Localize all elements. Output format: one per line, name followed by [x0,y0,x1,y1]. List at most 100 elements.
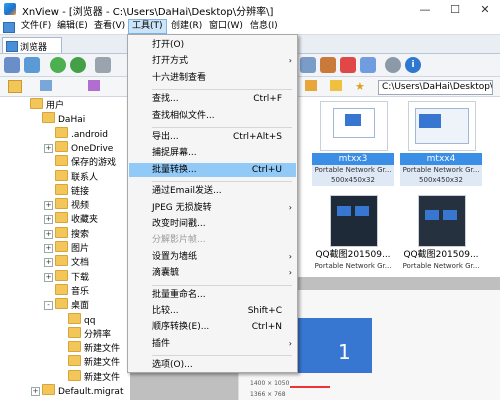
tools-menu-item[interactable]: 通过Email发送... [129,184,296,198]
tools-menu-item[interactable]: 批量重命名... [129,288,296,302]
back-icon[interactable] [50,57,66,73]
folder-icon [55,198,68,210]
tools-menu-item[interactable]: 顺序转换(E)... Ctrl+N [129,320,296,334]
tree-item[interactable]: - 桌面 [44,298,89,312]
tree-expander-icon[interactable]: + [44,201,53,211]
sort-icon[interactable] [305,80,317,91]
tools-menu-item[interactable]: 插件 › [129,337,296,351]
filter-funnel-icon[interactable] [330,80,342,91]
tree-item[interactable]: + 下载 [44,269,89,284]
tree-item-label: 新建文件 [84,344,121,355]
tree-item[interactable]: 新建文件 [68,355,120,369]
thumbnail-name: mtxx3 [312,153,394,165]
menu-app-icon[interactable] [3,22,15,33]
folder-icon [55,126,68,138]
tab-browser[interactable]: 浏览器 [2,37,62,53]
tools-menu-item[interactable]: JPEG 无损旋转 › [129,201,296,215]
star-icon[interactable]: ★ [355,80,365,93]
refresh-icon[interactable] [70,57,86,73]
tools-menu-item[interactable]: 滴囊毓 › [129,266,296,280]
tree-item[interactable]: 分辨率 [68,326,111,341]
tree-item-label: 文档 [71,258,90,269]
tree-item[interactable]: 联系人 [55,169,98,184]
menu-item-label: 批量重命名... [152,289,206,300]
close-button[interactable]: ✕ [470,0,500,19]
tools-menu-item[interactable]: 批量转换... Ctrl+U [129,162,296,177]
fullscreen-icon[interactable] [24,57,40,73]
menu-item-label: 打开方式 [152,56,189,67]
favorites-icon[interactable] [40,80,52,91]
tree-item[interactable]: 新建文件 [68,369,120,384]
tree-expander-icon[interactable]: + [44,244,53,253]
menu-window[interactable]: 窗口(W) [206,20,246,33]
tree-item[interactable]: + 收藏夹 [44,212,98,226]
menu-item-label: 批量转换... [152,164,197,175]
tools-menu-item[interactable]: 打开(O) [129,38,296,52]
tools-menu-item[interactable]: 比较... Shift+C [129,304,296,318]
tree-item[interactable]: + 文档 [44,255,90,269]
print-icon[interactable] [360,57,376,73]
menu-file[interactable]: 文件(F) [18,20,54,33]
preview-text-2: 1366 × 768 [250,391,286,398]
menu-view[interactable]: 查看(V) [91,20,128,33]
menu-item-label: 打开(O) [152,40,185,50]
tree-item[interactable]: 保存的游戏 [55,155,116,169]
delete-icon[interactable] [340,57,356,73]
tree-item[interactable]: 新建文件 [68,341,120,355]
folder-icon [55,212,68,224]
minimize-button[interactable]: — [410,0,440,19]
tree-item[interactable]: 音乐 [55,283,89,298]
tree-item[interactable]: DaHai [42,112,85,126]
menu-tools[interactable]: 工具(T) [128,19,167,34]
tree-expander-icon[interactable]: + [44,258,53,268]
edit-icon[interactable] [320,57,336,73]
tree-expander-icon[interactable]: + [31,387,40,396]
menu-edit[interactable]: 编辑(E) [54,20,91,33]
info-icon[interactable]: i [405,57,421,73]
tree-item[interactable]: qq [68,312,96,327]
tree-item[interactable]: + OneDrive [44,140,114,155]
home-icon[interactable] [4,57,20,73]
folder-icon [55,269,68,281]
menu-info[interactable]: 信息(I) [247,20,281,33]
tools-menu-item[interactable]: 十六进制查看 [129,71,296,85]
tree-item[interactable]: + 视频 [44,198,89,212]
tree-expander-icon[interactable]: - [44,301,53,311]
tools-menu-item[interactable]: 导出... Ctrl+Alt+S [129,130,296,144]
tree-item[interactable]: + Default.migrat [31,384,124,398]
tree-expander-icon[interactable]: + [44,229,53,239]
filter-icon[interactable] [95,57,111,73]
tools-menu-item[interactable]: 选项(O)... [129,358,296,372]
tree-item[interactable]: .android [55,126,108,141]
tree-item[interactable]: + 图片 [44,241,89,255]
tools-menu-item[interactable]: 捕捉屏幕... [129,146,296,160]
tree-expander-icon[interactable]: + [44,215,53,225]
tree-expander-icon[interactable]: + [44,272,53,282]
tools-menu-item[interactable]: 设置为墙纸 › [129,250,296,264]
tree-expander-icon[interactable]: + [44,143,53,153]
thumbnail-image [418,195,466,247]
tree-item[interactable]: + 搜索 [44,226,89,241]
menu-item-label: 查找... [152,94,179,105]
view-mode-icon[interactable] [300,57,316,73]
thumbnail-grid: mtxx3 Portable Network Gr... 500x450x32 … [300,97,500,277]
tools-menu-item[interactable]: 查找... Ctrl+F [129,92,296,106]
settings-gear-icon[interactable] [385,57,401,73]
tree-item-label: Default.migrat [58,387,124,397]
tree-item-label: 用户 [46,101,65,111]
tree-item-label: qq [84,315,96,326]
tools-menu-item[interactable]: 查找相似文件... [129,109,296,123]
path-input[interactable]: C:\Users\DaHai\Desktop\ [378,80,493,95]
tree-item-label: OneDrive [71,143,114,154]
tools-menu-item[interactable]: 改变时间戳... [129,217,296,231]
menu-create[interactable]: 创建(R) [168,20,205,33]
folder-view-icon[interactable] [8,80,22,93]
tree-item[interactable]: 用户 [30,98,64,112]
tools-menu-item[interactable]: 打开方式 › [129,54,296,68]
categories-icon[interactable] [88,80,100,91]
thumbnail-name: mtxx4 [400,153,482,165]
folder-icon [68,312,81,324]
menu-item-shortcut: Ctrl+N [251,322,282,333]
tree-item[interactable]: 链接 [55,183,89,198]
maximize-button[interactable]: ☐ [440,0,470,19]
